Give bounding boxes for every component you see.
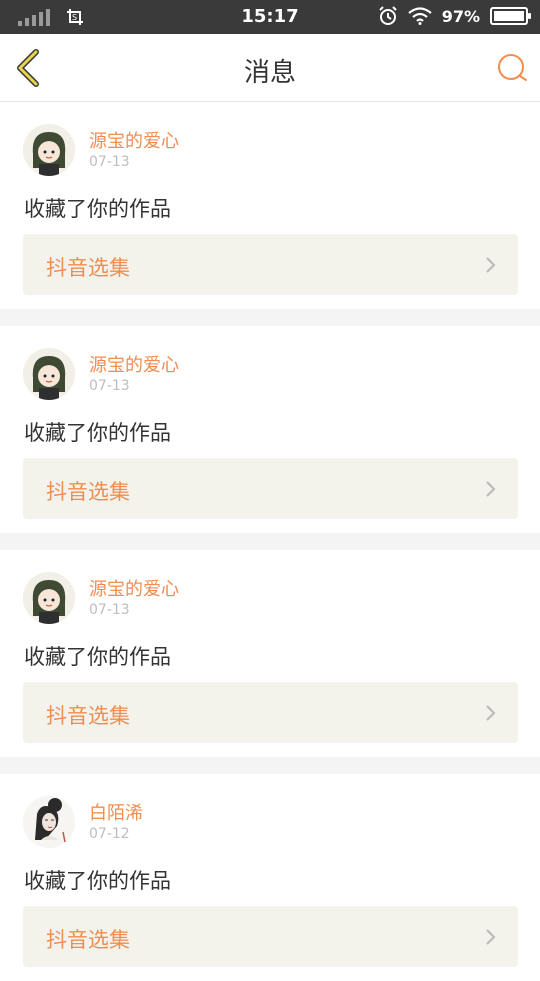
avatar[interactable] <box>23 124 75 176</box>
message-item: 白陌浠 07-12 收藏了你的作品 抖音选集 <box>0 774 540 981</box>
message-item: 源宝的爱心 07-13 收藏了你的作品 抖音选集 <box>0 102 540 309</box>
message-action: 收藏了你的作品 <box>24 197 171 221</box>
page-title: 消息 <box>243 58 296 88</box>
message-item: 源宝的爱心 07-13 收藏了你的作品 抖音选集 <box>0 550 540 757</box>
username[interactable]: 白陌浠 <box>89 799 143 825</box>
nav-bar: 消息 <box>0 34 540 102</box>
work-title: 抖音选集 <box>46 256 130 280</box>
divider <box>0 533 540 550</box>
message-action: 收藏了你的作品 <box>24 645 171 669</box>
message-date: 07-12 <box>89 826 130 842</box>
avatar[interactable] <box>23 796 75 848</box>
work-title: 抖音选集 <box>46 704 130 728</box>
status-right: 97% <box>378 6 531 26</box>
avatar[interactable] <box>23 572 75 624</box>
chevron-right-icon <box>486 705 496 721</box>
avatar-girl-icon <box>23 124 75 176</box>
divider <box>0 757 540 774</box>
work-title: 抖音选集 <box>46 928 130 952</box>
message-action: 收藏了你的作品 <box>24 421 171 445</box>
message-item: 源宝的爱心 07-13 收藏了你的作品 抖音选集 <box>0 326 540 533</box>
message-date: 07-13 <box>89 154 130 170</box>
chevron-right-icon <box>486 929 496 945</box>
chevron-right-icon <box>486 481 496 497</box>
username[interactable]: 源宝的爱心 <box>89 575 179 601</box>
battery-icon <box>490 7 531 25</box>
search-icon[interactable] <box>496 52 528 84</box>
avatar-girl-icon <box>23 348 75 400</box>
alarm-icon <box>378 6 397 25</box>
work-link[interactable]: 抖音选集 <box>23 458 518 519</box>
username[interactable]: 源宝的爱心 <box>89 127 179 153</box>
work-link[interactable]: 抖音选集 <box>23 682 518 743</box>
work-title: 抖音选集 <box>46 480 130 504</box>
avatar-girl-ink-icon <box>23 796 75 848</box>
chevron-right-icon <box>486 257 496 273</box>
message-action: 收藏了你的作品 <box>24 869 171 893</box>
message-date: 07-13 <box>89 602 130 618</box>
wifi-icon <box>408 7 432 25</box>
work-link[interactable]: 抖音选集 <box>23 234 518 295</box>
work-link[interactable]: 抖音选集 <box>23 906 518 967</box>
avatar-girl-icon <box>23 572 75 624</box>
message-date: 07-13 <box>89 378 130 394</box>
avatar[interactable] <box>23 348 75 400</box>
username[interactable]: 源宝的爱心 <box>89 351 179 377</box>
status-bar: S 15:17 97% <box>0 0 540 34</box>
message-list: 源宝的爱心 07-13 收藏了你的作品 抖音选集 源宝的爱心 07-13 收藏了… <box>0 102 540 981</box>
battery-percent: 97% <box>441 6 480 26</box>
divider <box>0 309 540 326</box>
